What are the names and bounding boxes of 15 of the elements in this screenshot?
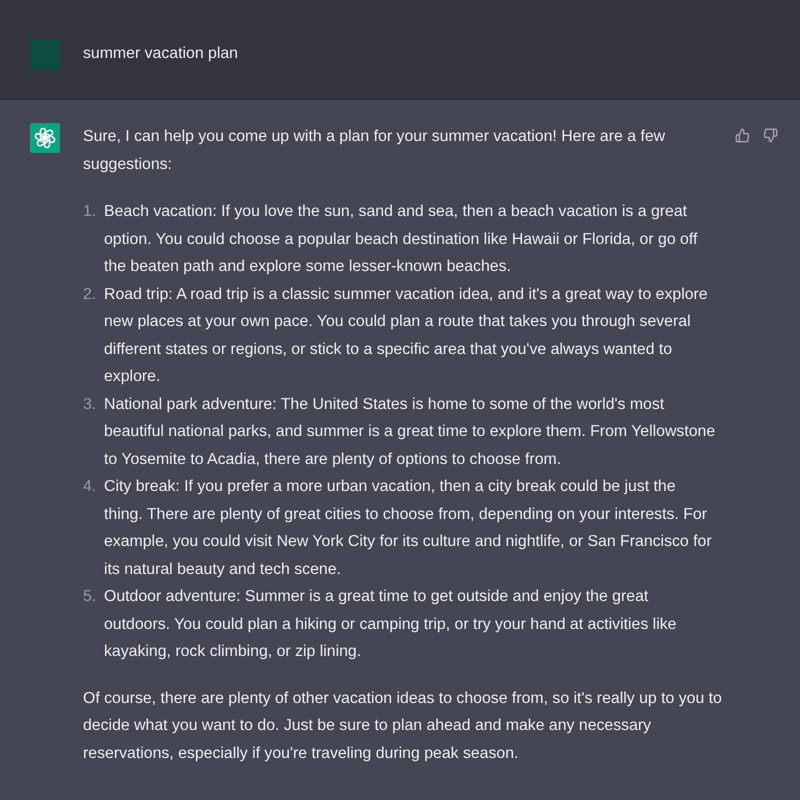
knot-logo-icon bbox=[30, 123, 60, 153]
avatar-icon bbox=[30, 40, 60, 70]
list-item-text: National park adventure: The United States is home to some of the world's most beautiful national parks, and summer is a great time to explore them. From Yellowstone to Yosemite to Acadia, there are plenty of options to choose from. bbox=[104, 394, 716, 470]
list-number: 1. bbox=[83, 202, 98, 222]
list-number: 2. bbox=[83, 284, 98, 304]
list-item-text: City break: If you prefer a more urban vacation, then a city break could be just the thing. There are plenty of great cities to choose from, depending on your interests. For example, you could visit New York City for its culture and nightlife, or San Francisco for its natural beauty and tech scene. bbox=[104, 477, 713, 580]
list-item-text: Outdoor adventure: Summer is a great time to get outside and enjoy the great outdoors. You could plan a hiking or camping trip, or try your hand at activities like kayaking, rock climbing, or zip lining. bbox=[104, 587, 678, 662]
list-item-text: Beach vacation: If you love the sun, sand and sea, then a beach vacation is a great option. You could choose a popular beach destination like Hawaii or Florida, or go off the beaten path and explore some lesser-known beaches. bbox=[104, 202, 698, 277]
user-message-text: summer vacation plan bbox=[83, 44, 238, 64]
list-number: 3. bbox=[83, 394, 98, 414]
list-number: 4. bbox=[83, 477, 98, 497]
closing-paragraph: Of course, there are plenty of other vacation ideas to choose from, so it's really up to you to decide what you want to do. Just be sure to plan ahead and make any necessary reservations, especially if you're traveling during peak season. bbox=[83, 688, 723, 764]
intro-paragraph: Sure, I can help you come up with a plan for your summer vacation! Here are a few suggestions: bbox=[83, 127, 666, 174]
list-item-text: Road trip: A road trip is a classic summer vacation idea, and it's a great way to explore new places at your own pace. You could plan a route that takes you through several different states or regions, or stick to a specific area that you've always wanted to explore. bbox=[104, 284, 709, 387]
list-number: 5. bbox=[83, 587, 98, 607]
